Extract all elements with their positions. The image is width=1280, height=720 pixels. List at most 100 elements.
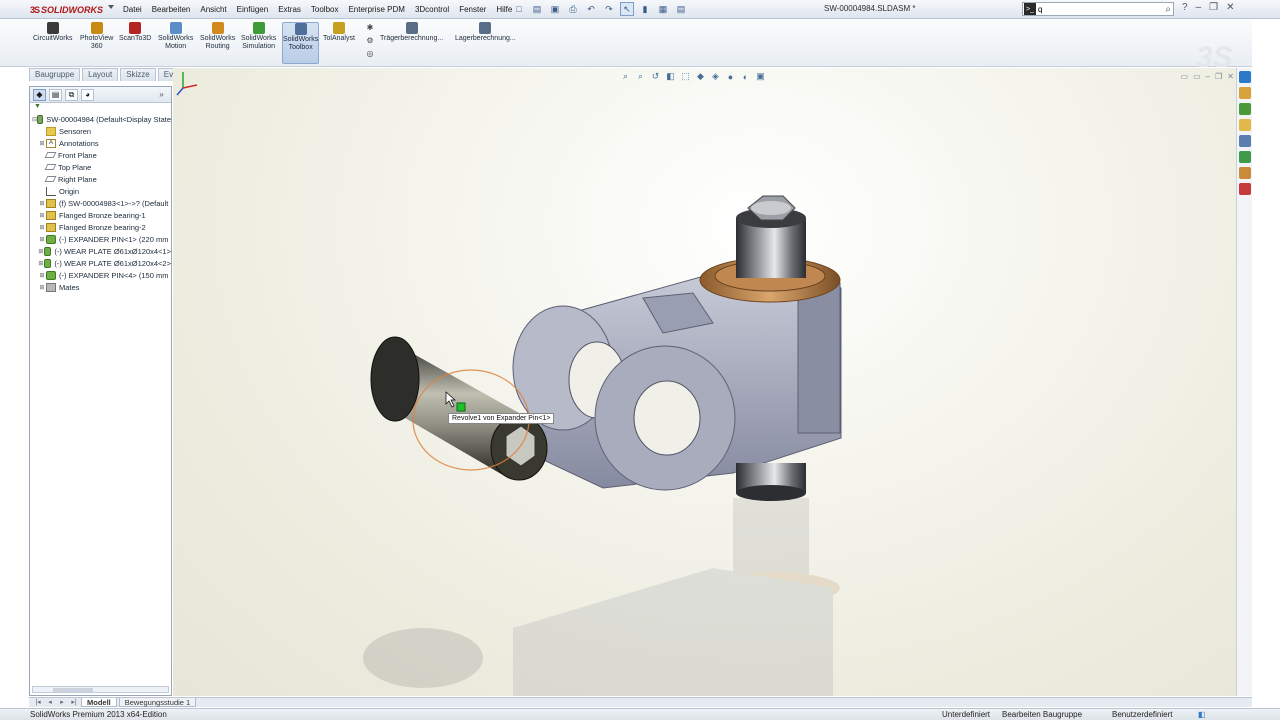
bottom-tab[interactable]: Bewegungsstudie 1: [118, 698, 197, 707]
select-cursor-icon[interactable]: ↖: [620, 2, 634, 16]
command-button[interactable]: SolidWorks Toolbox: [282, 22, 320, 64]
tree-item[interactable]: ⊞ Flanged Bronze bearing-1: [30, 209, 171, 221]
command-button[interactable]: SolidWorks Routing: [200, 22, 235, 64]
command-button[interactable]: SolidWorks Simulation: [241, 22, 276, 64]
solidworks-resources-icon[interactable]: [1239, 71, 1251, 83]
zoom-to-area-icon[interactable]: ⌕: [635, 71, 646, 82]
new-document-icon[interactable]: □: [512, 2, 526, 16]
filter-icon[interactable]: ▼: [30, 103, 171, 111]
hide-show-items-icon[interactable]: ◈: [710, 71, 721, 82]
tree-expander-icon[interactable]: ⊞: [38, 236, 46, 243]
model-render[interactable]: [173, 68, 1236, 696]
zoom-to-fit-icon[interactable]: ⌕: [620, 71, 631, 82]
tree-expander-icon[interactable]: ⊞: [38, 200, 46, 207]
menu-item[interactable]: Toolbox: [306, 4, 344, 15]
appearances-icon[interactable]: [1239, 135, 1251, 147]
minimize-icon[interactable]: –: [1196, 2, 1202, 13]
options-icon[interactable]: ▤: [674, 2, 688, 16]
command-button[interactable]: ScanTo3D: [119, 22, 151, 64]
tree-item[interactable]: Front Plane: [30, 149, 171, 161]
toolbox-icon[interactable]: [1239, 167, 1251, 179]
command-button[interactable]: CircuitWorks: [33, 22, 73, 64]
last-tab-icon[interactable]: ▸|: [69, 698, 79, 707]
previous-view-icon[interactable]: ↺: [650, 71, 661, 82]
menu-item[interactable]: Enterprise PDM: [343, 4, 409, 15]
custom-properties-icon[interactable]: [1239, 151, 1251, 163]
view-settings-icon[interactable]: ▣: [755, 71, 766, 82]
tree-expander-icon[interactable]: ⊞: [38, 272, 46, 279]
view-palette-icon[interactable]: [1239, 119, 1251, 131]
display-style-icon[interactable]: ◆: [695, 71, 706, 82]
print-icon[interactable]: ⎙: [566, 2, 580, 16]
command-button[interactable]: SolidWorks Motion: [158, 22, 193, 64]
bottom-tab[interactable]: Modell: [81, 698, 117, 707]
first-tab-icon[interactable]: |◂: [33, 698, 43, 707]
viewport-close-icon[interactable]: ✕: [1227, 72, 1234, 81]
selection-handle[interactable]: [456, 402, 466, 412]
menu-item[interactable]: Ansicht: [195, 4, 231, 15]
design-library-icon[interactable]: [1239, 87, 1251, 99]
tree-item[interactable]: ⊞ (-) EXPANDER PIN<4> (150 mm: [30, 269, 171, 281]
tree-item[interactable]: ⊞ (-) WEAR PLATE Ø61xØ120x4<2>: [30, 257, 171, 269]
restore-icon[interactable]: ❐: [1209, 2, 1218, 13]
forum-icon[interactable]: [1239, 183, 1251, 195]
scrollbar-thumb[interactable]: [53, 688, 93, 692]
next-tab-icon[interactable]: ▸: [57, 698, 67, 707]
menu-item[interactable]: Extras: [273, 4, 306, 15]
gear-icon[interactable]: ◎: [365, 48, 375, 58]
logo-dropdown-icon[interactable]: [108, 5, 114, 9]
menu-item[interactable]: 3Dcontrol: [410, 4, 454, 15]
redo-icon[interactable]: ↷: [602, 2, 616, 16]
tree-expander-icon[interactable]: ⊞: [38, 212, 46, 219]
prev-tab-icon[interactable]: ◂: [45, 698, 55, 707]
command-tab[interactable]: Layout: [82, 68, 119, 81]
tree-expander-icon[interactable]: ⊞: [38, 260, 44, 267]
tree-item[interactable]: ⊞ Flanged Bronze bearing-2: [30, 221, 171, 233]
undo-icon[interactable]: ↶: [584, 2, 598, 16]
tree-item[interactable]: ⊟ SW-00004984 (Default<Display State: [30, 113, 171, 125]
view-orientation-icon[interactable]: ⬚: [680, 71, 691, 82]
tree-expander-icon[interactable]: ⊞: [38, 224, 46, 231]
help-icon[interactable]: ?: [1182, 2, 1188, 13]
viewport-minimize-icon[interactable]: –: [1206, 72, 1210, 81]
status-units[interactable]: Benutzerdefiniert: [1112, 710, 1172, 719]
hole-wizard-icon[interactable]: ⚙: [365, 35, 375, 45]
command-tab[interactable]: Baugruppe: [29, 68, 81, 81]
tree-item[interactable]: Right Plane: [30, 173, 171, 185]
command-button[interactable]: PhotoView 360: [80, 22, 113, 64]
open-document-icon[interactable]: ▤: [530, 2, 544, 16]
search-input[interactable]: [1038, 3, 1148, 15]
tree-expander-icon[interactable]: ⊞: [38, 284, 46, 291]
viewport-restore-icon[interactable]: ❐: [1215, 72, 1222, 81]
configuration-manager-tab-icon[interactable]: ⧉: [65, 88, 78, 101]
close-icon[interactable]: ✕: [1226, 2, 1234, 13]
edit-appearance-icon[interactable]: ●: [725, 71, 736, 82]
menu-item[interactable]: Bearbeiten: [147, 4, 196, 15]
bolt-icon[interactable]: ✱: [365, 22, 375, 32]
command-button[interactable]: Lagerberechnung...: [455, 22, 516, 64]
file-explorer-icon[interactable]: [1239, 103, 1251, 115]
menu-item[interactable]: Einfügen: [232, 4, 274, 15]
rebuild-status-icon[interactable]: ◧: [1198, 710, 1206, 719]
tree-item[interactable]: ⊞ (f) SW-00004983<1>->? (Default: [30, 197, 171, 209]
horizontal-scrollbar[interactable]: [32, 686, 169, 693]
tree-expander-icon[interactable]: ⊞: [38, 140, 46, 147]
tree-expander-icon[interactable]: ⊞: [38, 248, 44, 255]
graphics-area[interactable]: ⌕ ⌕ ↺ ◧ ⬚ ◆ ◈ ● ◐ ▣ ▭ ▭ – ❐ ✕ Revolve1 v…: [173, 68, 1236, 696]
tree-item[interactable]: ⊞ (-) WEAR PLATE Ø61xØ120x4<1>: [30, 245, 171, 257]
menu-item[interactable]: Fenster: [454, 4, 491, 15]
viewport-split-icon[interactable]: ▭: [1181, 72, 1189, 81]
command-tab[interactable]: Skizze: [120, 68, 156, 81]
tree-item[interactable]: Origin: [30, 185, 171, 197]
search-box[interactable]: >_ ⌕: [1022, 2, 1174, 16]
tree-item[interactable]: ⊞ (-) EXPANDER PIN<1> (220 mm: [30, 233, 171, 245]
property-manager-tab-icon[interactable]: ▤: [49, 88, 62, 101]
expand-panel-icon[interactable]: »: [155, 89, 168, 101]
tree-item[interactable]: Top Plane: [30, 161, 171, 173]
tree-item[interactable]: ⊞ Mates: [30, 281, 171, 293]
search-icon[interactable]: ⌕: [1165, 4, 1171, 15]
section-view-icon[interactable]: ◧: [665, 71, 676, 82]
tree-item[interactable]: ⊞ A Annotations: [30, 137, 171, 149]
viewport-split2-icon[interactable]: ▭: [1193, 72, 1201, 81]
display-manager-tab-icon[interactable]: ◕: [81, 88, 94, 101]
